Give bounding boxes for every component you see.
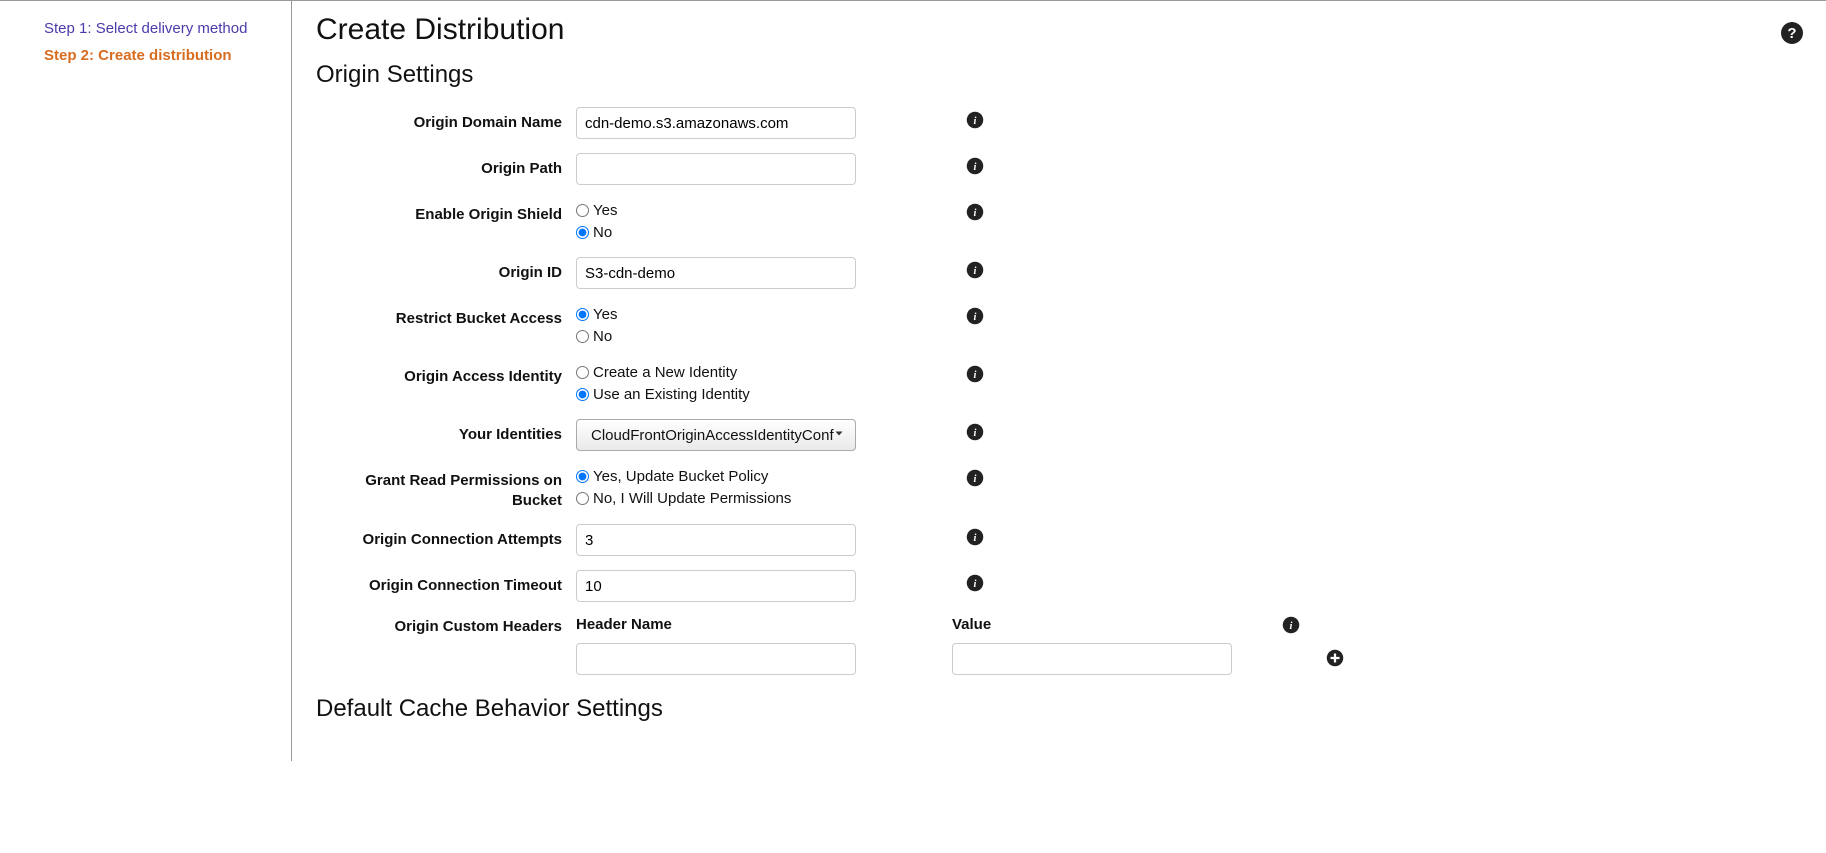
row-origin-path: Origin Path i bbox=[316, 153, 1796, 185]
row-origin-domain: Origin Domain Name i bbox=[316, 107, 1796, 139]
label-enable-shield: Enable Origin Shield bbox=[316, 199, 576, 225]
label-conn-timeout: Origin Connection Timeout bbox=[316, 570, 576, 596]
svg-text:i: i bbox=[974, 266, 977, 277]
label-custom-headers: Origin Custom Headers bbox=[316, 616, 576, 635]
app-root: Step 1: Select delivery method Step 2: C… bbox=[0, 0, 1826, 761]
svg-text:i: i bbox=[974, 579, 977, 590]
help-button[interactable]: ? bbox=[1780, 21, 1804, 48]
svg-text:i: i bbox=[974, 474, 977, 485]
svg-text:?: ? bbox=[1787, 25, 1796, 42]
svg-text:i: i bbox=[974, 370, 977, 381]
col-header-value: Value bbox=[952, 616, 1252, 633]
row-custom-headers-inputs bbox=[316, 643, 1796, 675]
radio-restrict-no[interactable]: No bbox=[576, 325, 966, 347]
label-origin-id: Origin ID bbox=[316, 257, 576, 283]
info-icon[interactable]: i bbox=[966, 111, 984, 132]
svg-text:i: i bbox=[974, 162, 977, 173]
add-header-button[interactable] bbox=[1326, 654, 1344, 670]
input-origin-id[interactable] bbox=[576, 257, 856, 289]
row-restrict-bucket: Restrict Bucket Access Yes No i bbox=[316, 303, 1796, 347]
input-conn-timeout[interactable] bbox=[576, 570, 856, 602]
svg-text:i: i bbox=[1290, 621, 1293, 632]
radio-oai-use[interactable]: Use an Existing Identity bbox=[576, 383, 966, 405]
input-header-name[interactable] bbox=[576, 643, 856, 675]
row-grant-read: Grant Read Permissions on Bucket Yes, Up… bbox=[316, 465, 1796, 510]
input-origin-path[interactable] bbox=[576, 153, 856, 185]
section-cache-behavior: Default Cache Behavior Settings bbox=[316, 695, 1796, 723]
svg-text:i: i bbox=[974, 533, 977, 544]
row-identities: Your Identities CloudFrontOriginAccessId… bbox=[316, 419, 1796, 451]
label-origin-domain: Origin Domain Name bbox=[316, 107, 576, 133]
row-custom-headers-heading: Origin Custom Headers Header Name Value … bbox=[316, 616, 1796, 637]
svg-text:i: i bbox=[974, 428, 977, 439]
info-icon[interactable]: i bbox=[966, 365, 984, 386]
info-icon[interactable]: i bbox=[966, 423, 984, 444]
row-conn-timeout: Origin Connection Timeout i bbox=[316, 570, 1796, 602]
label-restrict-bucket: Restrict Bucket Access bbox=[316, 303, 576, 329]
info-icon[interactable]: i bbox=[966, 261, 984, 282]
label-identities: Your Identities bbox=[316, 419, 576, 445]
label-oai: Origin Access Identity bbox=[316, 361, 576, 387]
info-icon[interactable]: i bbox=[966, 203, 984, 224]
chevron-down-icon bbox=[833, 427, 845, 444]
info-icon[interactable]: i bbox=[966, 307, 984, 328]
radio-oai-create[interactable]: Create a New Identity bbox=[576, 361, 966, 383]
radio-grant-yes[interactable]: Yes, Update Bucket Policy bbox=[576, 465, 966, 487]
info-icon[interactable]: i bbox=[1282, 621, 1300, 637]
select-identities[interactable]: CloudFrontOriginAccessIdentityConf bbox=[576, 419, 856, 451]
info-icon[interactable]: i bbox=[966, 469, 984, 490]
step-1-link[interactable]: Step 1: Select delivery method bbox=[44, 15, 273, 42]
label-grant-read: Grant Read Permissions on Bucket bbox=[316, 465, 576, 510]
svg-text:i: i bbox=[974, 312, 977, 323]
row-conn-attempts: Origin Connection Attempts i bbox=[316, 524, 1796, 556]
info-icon[interactable]: i bbox=[966, 157, 984, 178]
page-title: Create Distribution bbox=[316, 13, 1796, 47]
label-conn-attempts: Origin Connection Attempts bbox=[316, 524, 576, 550]
section-origin-settings: Origin Settings bbox=[316, 61, 1796, 89]
radio-grant-no[interactable]: No, I Will Update Permissions bbox=[576, 487, 966, 509]
label-origin-path: Origin Path bbox=[316, 153, 576, 179]
row-enable-shield: Enable Origin Shield Yes No i bbox=[316, 199, 1796, 243]
radio-shield-yes[interactable]: Yes bbox=[576, 199, 966, 221]
row-origin-id: Origin ID i bbox=[316, 257, 1796, 289]
step-2-active[interactable]: Step 2: Create distribution bbox=[44, 42, 273, 69]
input-conn-attempts[interactable] bbox=[576, 524, 856, 556]
input-header-value[interactable] bbox=[952, 643, 1232, 675]
radio-restrict-yes[interactable]: Yes bbox=[576, 303, 966, 325]
info-icon[interactable]: i bbox=[966, 528, 984, 549]
main-panel: ? Create Distribution Origin Settings Or… bbox=[292, 1, 1826, 761]
col-header-name: Header Name bbox=[576, 616, 952, 633]
info-icon[interactable]: i bbox=[966, 574, 984, 595]
svg-text:i: i bbox=[974, 208, 977, 219]
svg-text:i: i bbox=[974, 116, 977, 127]
radio-shield-no[interactable]: No bbox=[576, 221, 966, 243]
wizard-sidebar: Step 1: Select delivery method Step 2: C… bbox=[0, 1, 292, 761]
input-origin-domain[interactable] bbox=[576, 107, 856, 139]
row-oai: Origin Access Identity Create a New Iden… bbox=[316, 361, 1796, 405]
